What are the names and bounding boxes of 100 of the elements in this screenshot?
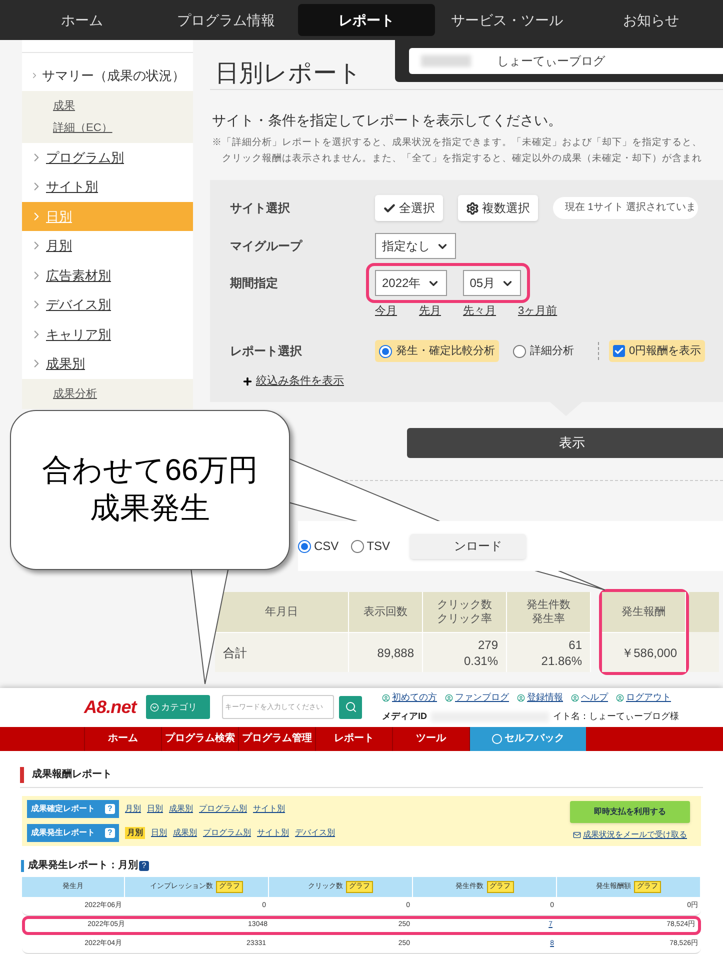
nav-tab[interactable]: プログラム情報 <box>154 4 298 36</box>
note-text: ※「詳細分析」レポートを選択すると、成果状況を指定できます。「未確定」および「却下」を指定すると、 <box>212 136 703 150</box>
nav-tab[interactable]: ホーム <box>10 4 154 36</box>
sidebar-item[interactable]: サイト別 <box>22 172 193 202</box>
redacted-bar <box>421 55 471 67</box>
nav-item[interactable]: ホーム <box>84 726 161 751</box>
field-label: 期間指定 <box>230 275 279 292</box>
logo: A8.net <box>84 696 138 719</box>
sidebar-item[interactable]: 広告素材別 <box>22 260 193 290</box>
user-icon <box>571 694 579 702</box>
radio-button[interactable] <box>298 540 311 552</box>
sidebar-item[interactable]: 月別 <box>22 231 193 260</box>
media-id-label: メディアID <box>382 710 427 724</box>
section-title: 成果報酬レポート <box>32 768 112 782</box>
header-link[interactable]: ファンブログ <box>445 690 509 704</box>
user-icon <box>517 694 525 702</box>
report-link[interactable]: 成果別 <box>173 826 197 839</box>
column-header: 発生報酬 <box>602 592 686 632</box>
gear-icon <box>466 202 479 214</box>
dropdown[interactable]: 05月 <box>462 270 522 296</box>
sidebar-subitem[interactable]: 詳細（EC） <box>22 116 193 138</box>
table-cell <box>689 632 719 672</box>
report-label: 成果確定レポート ? <box>27 800 119 818</box>
dropdown[interactable]: 2022年 <box>375 270 447 296</box>
selection-status: 現在 1サイト 選択されていま <box>553 197 698 219</box>
search-button[interactable] <box>339 696 362 719</box>
sidebar-item[interactable]: 成果別 <box>22 349 193 378</box>
radio-button[interactable] <box>350 540 364 552</box>
report-link[interactable]: 月別 <box>125 802 141 815</box>
field-label: サイト選択 <box>230 200 291 217</box>
site-name: イト名：しょーてぃーブログ様 <box>553 710 679 724</box>
nav-tab[interactable]: サービス・ツール <box>434 4 579 36</box>
note-text: クリック報酬は表示されません。また、「全て」を指定すると、確定以外の成果（未確定・却下）が含まれ <box>221 152 703 166</box>
table-cell: 合計 <box>215 632 349 672</box>
header-link[interactable]: 初めての方 <box>382 690 437 704</box>
period-link[interactable]: 3ヶ月前 <box>518 302 558 320</box>
nav-tab[interactable]: お知らせ <box>578 4 723 36</box>
site-field[interactable]: しょーてぃーブログ <box>409 48 723 74</box>
report-link[interactable]: 成果別 <box>169 802 193 815</box>
report-link[interactable]: 月別 <box>125 826 145 839</box>
sidebar-item[interactable]: プログラム別 <box>22 142 193 172</box>
field-label: マイグループ <box>230 238 304 255</box>
table-cell: 89,888 <box>349 632 423 672</box>
table-title: 成果発生レポート：月別 <box>28 858 138 873</box>
period-link[interactable]: 先月 <box>419 302 441 320</box>
search-icon <box>344 701 356 714</box>
plus-icon <box>242 376 253 387</box>
instant-pay-button[interactable]: 即時支払を利用する <box>570 800 690 823</box>
check-icon <box>383 202 396 214</box>
radio-button[interactable] <box>513 344 526 358</box>
chevron-icon <box>150 702 159 712</box>
report-option[interactable]: 発生・確定比較分析 <box>375 340 499 362</box>
table-cell: 61 21.86% <box>507 632 591 672</box>
show-button[interactable]: 表示 <box>407 428 723 458</box>
mail-link[interactable]: 成果状況をメールで受け取る <box>573 828 687 841</box>
column-header: 年月日 <box>215 592 349 632</box>
filter-link[interactable]: 絞込み条件を表示 <box>256 373 344 390</box>
user-icon <box>382 694 390 702</box>
dropdown[interactable]: 指定なし <box>375 233 456 259</box>
sidebar-item[interactable]: キャリア別 <box>22 320 193 349</box>
sidebar-item[interactable]: デバイス別 <box>22 290 193 320</box>
report-link[interactable]: プログラム別 <box>203 826 251 839</box>
column-header <box>689 592 719 632</box>
format-option[interactable]: CSV <box>298 537 339 555</box>
nav-item[interactable]: レポート <box>315 726 392 751</box>
report-option[interactable]: 詳細分析 <box>509 340 578 362</box>
column-header: 発生件数 発生率 <box>507 592 591 632</box>
sidebar-subitem[interactable]: 成果 <box>22 94 193 116</box>
report-link[interactable]: 日別 <box>151 826 167 839</box>
header-link[interactable]: 登録情報 <box>517 690 563 704</box>
zero-reward-option[interactable]: 0円報酬を表示 <box>609 340 706 362</box>
field-label: レポート選択 <box>230 343 303 360</box>
radio-button[interactable] <box>379 344 392 358</box>
report-link[interactable]: サイト別 <box>257 826 289 839</box>
format-option[interactable]: TSV <box>350 537 390 555</box>
period-link[interactable]: 今月 <box>375 302 397 320</box>
period-link[interactable]: 先々月 <box>463 302 496 320</box>
header-link[interactable]: ヘルプ <box>571 690 608 704</box>
sidebar-item[interactable]: サマリー（成果の状況） <box>22 61 193 90</box>
user-icon <box>616 694 624 702</box>
nav-item[interactable]: プログラム検索 <box>161 726 238 751</box>
callout-text: 合わせて66万円 成果発生 <box>42 453 258 527</box>
column-header: 表示回数 <box>349 592 423 632</box>
table-cell: ￥586,000 <box>602 632 686 672</box>
nav-tab[interactable]: レポート <box>298 4 435 36</box>
report-label: 成果発生レポート ? <box>27 824 119 842</box>
select-button[interactable]: 全選択 <box>375 195 443 221</box>
instruction-text: サイト・条件を指定してレポートを表示してください。 <box>212 111 563 130</box>
checkbox[interactable] <box>613 345 625 357</box>
table-cell: 279 0.31% <box>423 632 507 672</box>
report-link[interactable]: 日別 <box>147 802 163 815</box>
column-header: クリック数 クリック率 <box>423 592 507 632</box>
report-link[interactable]: サイト別 <box>253 802 285 815</box>
nav-item[interactable]: プログラム管理 <box>238 726 315 751</box>
report-link[interactable]: デバイス別 <box>295 826 335 839</box>
header-link[interactable]: ログアウト <box>616 690 671 704</box>
download-button[interactable]: ンロード <box>410 534 526 558</box>
mail-icon <box>573 830 581 839</box>
report-link[interactable]: プログラム別 <box>199 802 247 815</box>
select-button[interactable]: 複数選択 <box>458 195 538 221</box>
